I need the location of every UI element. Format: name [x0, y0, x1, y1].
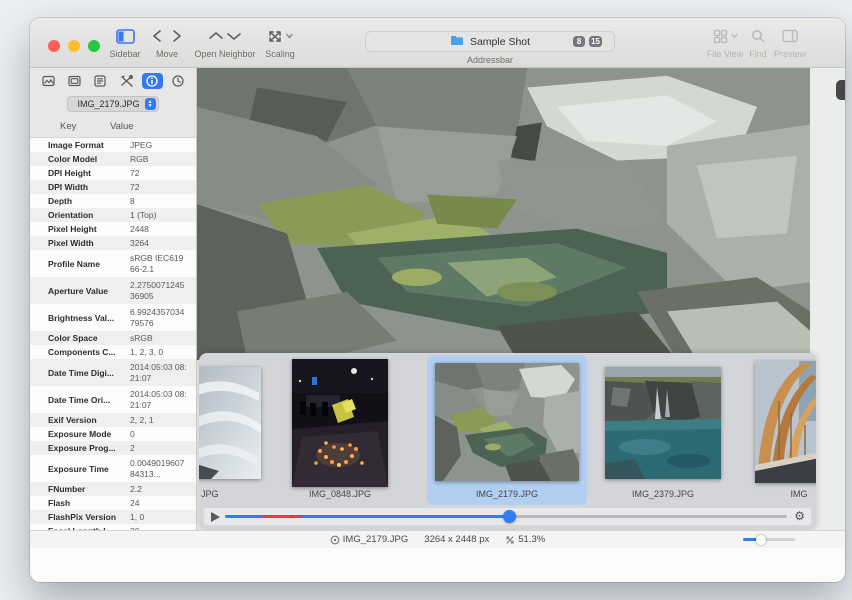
move-button[interactable]: Move	[141, 24, 193, 59]
image-viewport: JPG IMG_0848.JPG IMG_2179.JPG IMG_2379.J…	[197, 68, 845, 530]
close-button[interactable]	[48, 40, 60, 52]
move-arrows-icon	[141, 24, 193, 48]
table-row[interactable]: DPI Height72	[30, 166, 196, 180]
addressbar[interactable]: Sample Shot 8 15	[365, 31, 615, 52]
tab-history[interactable]	[168, 73, 189, 89]
addressbar-badges: 8 15	[573, 36, 602, 47]
table-row[interactable]: Pixel Height2448	[30, 222, 196, 236]
table-row[interactable]: Depth8	[30, 194, 196, 208]
tab-info[interactable]	[142, 73, 163, 89]
filmstrip-panel: JPG IMG_0848.JPG IMG_2179.JPG IMG_2379.J…	[199, 353, 816, 530]
scrubber-track[interactable]	[225, 515, 787, 518]
table-row[interactable]: FNumber2.2	[30, 482, 196, 496]
file-selector-dropdown[interactable]: IMG_2179.JPG ▲▼	[67, 96, 158, 112]
addressbar-label: Addressbar	[365, 55, 615, 65]
traffic-lights	[48, 40, 100, 52]
tab-tools[interactable]	[116, 73, 137, 89]
value-column-header: Value	[110, 121, 134, 132]
scrubber-marked-range	[262, 515, 301, 518]
thumbnail-bridge[interactable]	[755, 361, 816, 483]
status-filename-item: IMG_2179.JPG	[330, 534, 408, 545]
table-row[interactable]: Orientation1 (Top)	[30, 208, 196, 222]
zoom-slider[interactable]	[743, 538, 795, 541]
thumbnail-label-selected: IMG_2179.JPG	[427, 489, 587, 499]
status-bar: IMG_2179.JPG 3264 x 2448 px 51.3%	[30, 530, 845, 548]
main-image[interactable]	[197, 68, 810, 360]
gear-icon[interactable]: ⚙	[794, 509, 805, 523]
status-dimensions: 3264 x 2448 px	[424, 534, 489, 545]
table-row[interactable]: Date Time Ori...2014:05:03 08:21:07	[30, 386, 196, 413]
zoom-slider-knob[interactable]	[756, 535, 766, 545]
scaling-icon	[256, 24, 304, 48]
titlebar: Sidebar Move Open Neighbor Scaling	[30, 18, 845, 68]
status-zoom-item: 51.3%	[505, 534, 545, 545]
file-stepper-icon: ▲▼	[145, 98, 156, 110]
exif-table: Image FormatJPEG Color ModelRGB DPI Heig…	[30, 138, 196, 538]
thumbnail-label: IMG_0848.JPG	[292, 489, 388, 499]
tab-gallery[interactable]	[64, 73, 85, 89]
table-row[interactable]: Exposure Mode0	[30, 427, 196, 441]
table-row[interactable]: Brightness Val...6.992435703479576	[30, 304, 196, 331]
thumbnail-night-candles[interactable]	[292, 359, 388, 487]
move-label: Move	[141, 49, 193, 59]
table-row[interactable]: Components C...1, 2, 3, 0	[30, 345, 196, 359]
metadata-sidebar: IMG_2179.JPG ▲▼ Key Value Image FormatJP…	[30, 68, 197, 530]
thumbnail-label: IMG_2379.JPG	[605, 489, 721, 499]
preview-panel-icon	[768, 24, 812, 48]
current-index-badge: 8	[573, 36, 585, 47]
table-row[interactable]: Date Time Digi...2014:05:03 08:21:07	[30, 359, 196, 386]
total-count-badge: 15	[589, 36, 602, 47]
tab-list[interactable]	[90, 73, 111, 89]
thumbnail-label: JPG	[201, 489, 241, 499]
thumbnail-label: IMG	[739, 489, 816, 499]
scrubber-knob[interactable]	[503, 510, 516, 523]
table-row[interactable]: DPI Width72	[30, 180, 196, 194]
play-icon[interactable]	[211, 512, 220, 522]
scaling-label: Scaling	[256, 49, 304, 59]
addressbar-folder-name: Sample Shot	[470, 36, 530, 48]
sidebar-tab-bar	[30, 68, 196, 89]
thumbnail-sky[interactable]	[199, 367, 261, 479]
table-row[interactable]: Exposure Time0.004901960784313...	[30, 455, 196, 482]
file-selector-value: IMG_2179.JPG	[77, 99, 139, 109]
table-row[interactable]: Profile NamesRGB IEC61966-2.1	[30, 250, 196, 277]
open-neighbor-icon	[187, 24, 263, 48]
open-neighbor-button[interactable]: Open Neighbor	[187, 24, 263, 59]
table-row[interactable]: Color ModelRGB	[30, 152, 196, 166]
key-column-header: Key	[30, 121, 110, 132]
table-row[interactable]: Aperture Value2.275007124536905	[30, 277, 196, 304]
status-zoom-level: 51.3%	[518, 534, 545, 545]
zoom-scale-icon	[505, 535, 515, 545]
table-row[interactable]: FlashPix Version1, 0	[30, 510, 196, 524]
zoom-button[interactable]	[88, 40, 100, 52]
window-footer	[30, 548, 845, 582]
status-filename: IMG_2179.JPG	[343, 534, 408, 545]
table-header: Key Value	[30, 112, 196, 138]
status-dimensions-item: 3264 x 2448 px	[424, 534, 489, 545]
minimize-button[interactable]	[68, 40, 80, 52]
table-row[interactable]: Exposure Prog...2	[30, 441, 196, 455]
image-badge-icon	[330, 535, 340, 545]
table-row[interactable]: Image FormatJPEG	[30, 138, 196, 152]
table-row[interactable]: Flash24	[30, 496, 196, 510]
edge-panel-handle[interactable]	[836, 80, 845, 100]
open-neighbor-label: Open Neighbor	[187, 49, 263, 59]
preview-button[interactable]: Preview	[768, 24, 812, 59]
thumbnail-rocks-selected[interactable]	[435, 363, 579, 481]
thumbnail-waterfall[interactable]	[605, 367, 721, 479]
scaling-button[interactable]: Scaling	[256, 24, 304, 59]
preview-label: Preview	[768, 49, 812, 59]
app-window: Sidebar Move Open Neighbor Scaling	[30, 18, 845, 582]
table-row[interactable]: Exif Version2, 2, 1	[30, 413, 196, 427]
table-row[interactable]: Pixel Width3264	[30, 236, 196, 250]
slideshow-scrubber: ⚙	[203, 507, 812, 526]
folder-icon	[450, 35, 464, 49]
table-row[interactable]: Color SpacesRGB	[30, 331, 196, 345]
tab-image-info[interactable]	[38, 73, 59, 89]
